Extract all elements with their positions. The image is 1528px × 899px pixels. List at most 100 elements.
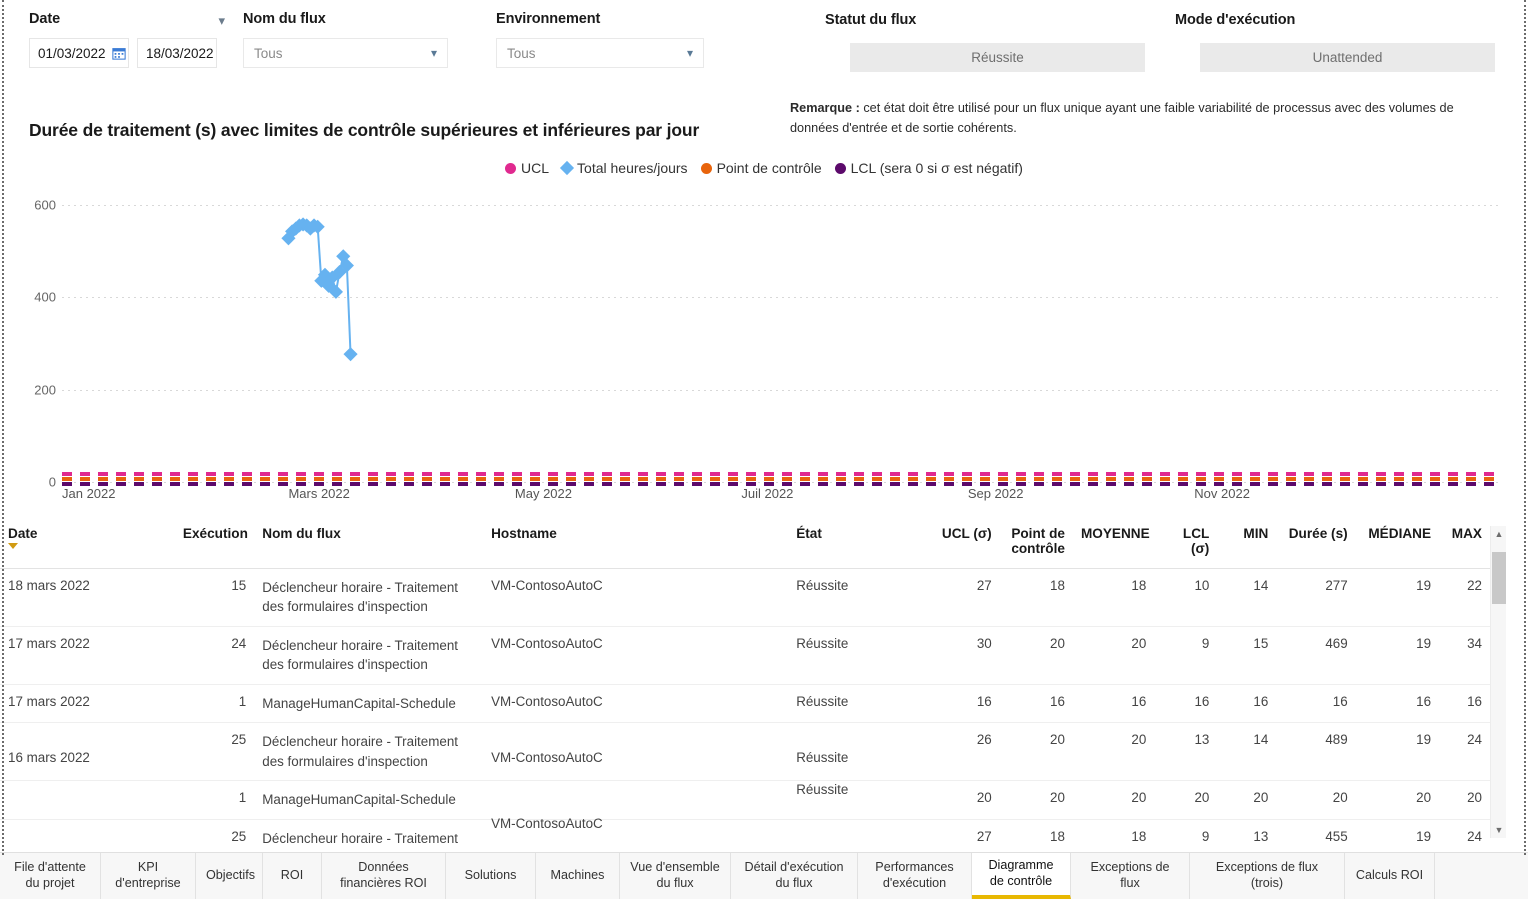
- tab-5[interactable]: Données financières ROI: [322, 853, 446, 899]
- col-lcl[interactable]: LCL (σ): [1154, 522, 1218, 569]
- environment-filter-label: Environnement: [496, 11, 601, 27]
- tab-13[interactable]: Exceptions de flux (trois): [1190, 853, 1345, 899]
- tab-label: Exceptions de flux: [1090, 860, 1170, 890]
- legend-label: UCL: [521, 160, 550, 176]
- cell-lcl: 9: [1154, 626, 1218, 685]
- run-mode-value-button[interactable]: Unattended: [1200, 43, 1495, 72]
- col-state[interactable]: État: [788, 522, 931, 569]
- col-mean[interactable]: MOYENNE: [1072, 522, 1155, 569]
- cell-duration: 277: [1276, 568, 1356, 627]
- cell-control-point: 20: [999, 626, 1073, 685]
- col-max[interactable]: MAX: [1439, 522, 1490, 569]
- col-flow-name[interactable]: Nom du flux: [254, 522, 484, 569]
- chevron-down-icon[interactable]: ▾: [431, 46, 437, 60]
- x-tick-3: Juil 2022: [741, 486, 794, 501]
- x-tick-5: Nov 2022: [1194, 486, 1250, 501]
- table-row[interactable]: 18 mars 2022 15 Déclencheur horaire - Trai…: [0, 568, 1490, 627]
- flow-name-dropdown[interactable]: Tous ▾: [243, 38, 448, 68]
- cell-ucl: 26: [930, 722, 1000, 782]
- tab-9[interactable]: Détail d'exécution du flux: [731, 853, 858, 899]
- cell-control-point: 20: [999, 780, 1073, 820]
- cell-mean: 20: [1072, 780, 1155, 820]
- chevron-up-icon[interactable]: ▲: [1491, 526, 1507, 542]
- legend-marker-circle-icon: [834, 162, 846, 174]
- tab-4[interactable]: ROI: [263, 853, 322, 899]
- tab-bar: File d'attente du projet KPI d'entreprise…: [0, 852, 1528, 899]
- cell-min: 14: [1217, 722, 1277, 782]
- tab-8[interactable]: Vue d'ensemble du flux: [620, 853, 731, 899]
- cell-median: 19: [1355, 722, 1440, 782]
- tab-label: Détail d'exécution du flux: [744, 860, 844, 890]
- cell-date: 18 mars 2022: [0, 568, 175, 627]
- tab-label: File d'attente du projet: [14, 860, 86, 890]
- col-ucl[interactable]: UCL (σ): [930, 522, 1000, 569]
- date-end-input[interactable]: 18/03/2022: [137, 38, 217, 68]
- date-start-input[interactable]: 01/03/2022: [29, 38, 129, 68]
- tab-10[interactable]: Performances d'exécution: [858, 853, 972, 899]
- legend-item-1[interactable]: UCL: [505, 160, 549, 176]
- tab-label: Données financières ROI: [340, 860, 427, 890]
- table-scrollbar[interactable]: ▲ ▼: [1490, 526, 1506, 838]
- cell-execution: 24: [174, 626, 255, 685]
- legend-item-3[interactable]: Point de contrôle: [700, 160, 822, 176]
- scrollbar-thumb[interactable]: [1492, 552, 1506, 604]
- tab-11-active[interactable]: Diagramme de contrôle: [972, 853, 1071, 899]
- cell-state: Réussite: [788, 626, 931, 685]
- col-min[interactable]: MIN: [1217, 522, 1277, 569]
- col-duration[interactable]: Durée (s): [1276, 522, 1356, 569]
- legend-item-2[interactable]: Total heures/jours: [559, 160, 688, 176]
- cell-hostname: VM-ContosoAutoC: [483, 806, 789, 846]
- cell-duration: 489: [1276, 722, 1356, 782]
- chevron-down-icon[interactable]: ▼: [1491, 822, 1507, 838]
- cell-state: Réussite: [788, 568, 931, 627]
- cell-execution: 25: [174, 722, 255, 782]
- tab-12[interactable]: Exceptions de flux: [1071, 853, 1190, 899]
- cell-max: 20: [1439, 780, 1490, 820]
- table-row[interactable]: 16 mars 202225Déclencheur horaire - Trai…: [0, 722, 1490, 800]
- cell-execution: 1: [174, 684, 255, 724]
- col-date[interactable]: Date: [0, 522, 175, 569]
- cell-mean: 20: [1072, 722, 1155, 782]
- calendar-icon[interactable]: [111, 46, 126, 60]
- sort-descending-icon[interactable]: [8, 543, 18, 549]
- tab-1[interactable]: File d'attente du projet: [0, 853, 101, 899]
- col-control-point[interactable]: Point de contrôle: [999, 522, 1073, 569]
- data-point-18[interactable]: [343, 347, 358, 362]
- tab-3[interactable]: Objectifs: [196, 853, 263, 899]
- x-tick-1: Mars 2022: [288, 486, 350, 501]
- legend-item-4[interactable]: LCL (sera 0 si σ est négatif): [834, 160, 1023, 176]
- cell-duration: 469: [1276, 626, 1356, 685]
- cell-flow-name: ManageHumanCapital-Schedule: [254, 684, 484, 724]
- col-execution[interactable]: Exécution: [174, 522, 255, 569]
- chevron-down-icon[interactable]: ▾: [687, 46, 693, 60]
- report-page: Date ▾ 01/03/2022 18/03/2022 Nom du flux…: [0, 0, 1528, 899]
- table-row[interactable]: 17 mars 2022 1 ManageHumanCapital-Schedule…: [0, 684, 1490, 724]
- col-hostname[interactable]: Hostname: [483, 522, 789, 569]
- cell-hostname: VM-ContosoAutoC: [483, 740, 789, 800]
- tab-label: Vue d'ensemble du flux: [630, 860, 720, 890]
- col-median[interactable]: MÉDIANE: [1355, 522, 1440, 569]
- tab-14[interactable]: Calculs ROI: [1345, 853, 1435, 899]
- cell-lcl: 10: [1154, 568, 1218, 627]
- chevron-down-icon[interactable]: ▾: [218, 14, 225, 27]
- cell-min: 16: [1217, 684, 1277, 724]
- cell-control-point: 18: [999, 568, 1073, 627]
- detail-table-grid: Date Exécution Nom du flux Hostname État…: [0, 522, 1490, 899]
- tab-label: Performances d'exécution: [875, 860, 954, 890]
- cell-median: 19: [1355, 626, 1440, 685]
- tab-2[interactable]: KPI d'entreprise: [101, 853, 196, 899]
- table-row[interactable]: 17 mars 2022 24 Déclencheur horaire - Trai…: [0, 626, 1490, 685]
- x-axis-labels: Jan 2022 Mars 2022 May 2022 Juil 2022 Sep 20…: [62, 486, 1500, 510]
- flow-status-filter: Statut du flux Réussite: [825, 11, 1145, 72]
- flow-status-value-button[interactable]: Réussite: [850, 43, 1145, 72]
- tab-6[interactable]: Solutions: [446, 853, 536, 899]
- cell-median: 20: [1355, 780, 1440, 820]
- tab-7[interactable]: Machines: [536, 853, 620, 899]
- environment-dropdown[interactable]: Tous ▾: [496, 38, 704, 68]
- date-start-value: 01/03/2022: [38, 45, 106, 61]
- cell-min: 14: [1217, 568, 1277, 627]
- chart-plot-area: [62, 182, 1500, 486]
- cell-duration: 20: [1276, 780, 1356, 820]
- tab-label: Objectifs: [206, 868, 255, 883]
- cell-lcl: 20: [1154, 780, 1218, 820]
